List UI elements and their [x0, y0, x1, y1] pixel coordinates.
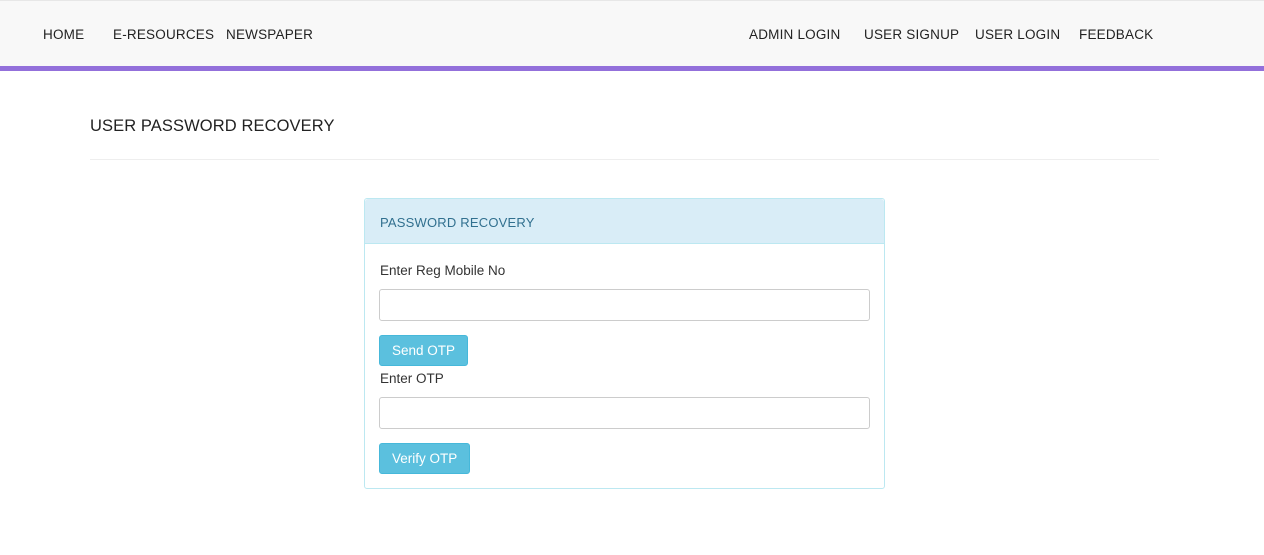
- mobile-number-input[interactable]: [379, 289, 870, 321]
- title-divider: [90, 159, 1159, 160]
- otp-label: Enter OTP: [380, 371, 444, 386]
- panel-heading: PASSWORD RECOVERY: [365, 199, 884, 244]
- nav-admin-login-link[interactable]: ADMIN LOGIN: [749, 27, 840, 42]
- otp-input[interactable]: [379, 397, 870, 429]
- nav-newspaper-link[interactable]: NEWSPAPER: [226, 27, 313, 42]
- nav-home-link[interactable]: HOME: [43, 27, 84, 42]
- nav-user-login-link[interactable]: USER LOGIN: [975, 27, 1060, 42]
- verify-otp-button[interactable]: Verify OTP: [379, 443, 471, 474]
- nav-user-signup-link[interactable]: USER SIGNUP: [864, 27, 959, 42]
- panel-title: PASSWORD RECOVERY: [380, 215, 535, 230]
- nav-feedback-link[interactable]: FEEDBACK: [1079, 27, 1153, 42]
- nav-e-resources-link[interactable]: E-RESOURCES: [113, 27, 214, 42]
- top-navbar: HOME E-RESOURCES NEWSPAPER ADMIN LOGIN U…: [0, 0, 1264, 71]
- page-title: USER PASSWORD RECOVERY: [90, 117, 335, 135]
- send-otp-button[interactable]: Send OTP: [379, 335, 469, 366]
- password-recovery-panel: PASSWORD RECOVERY Enter Reg Mobile No Se…: [364, 198, 885, 489]
- mobile-number-label: Enter Reg Mobile No: [380, 263, 506, 278]
